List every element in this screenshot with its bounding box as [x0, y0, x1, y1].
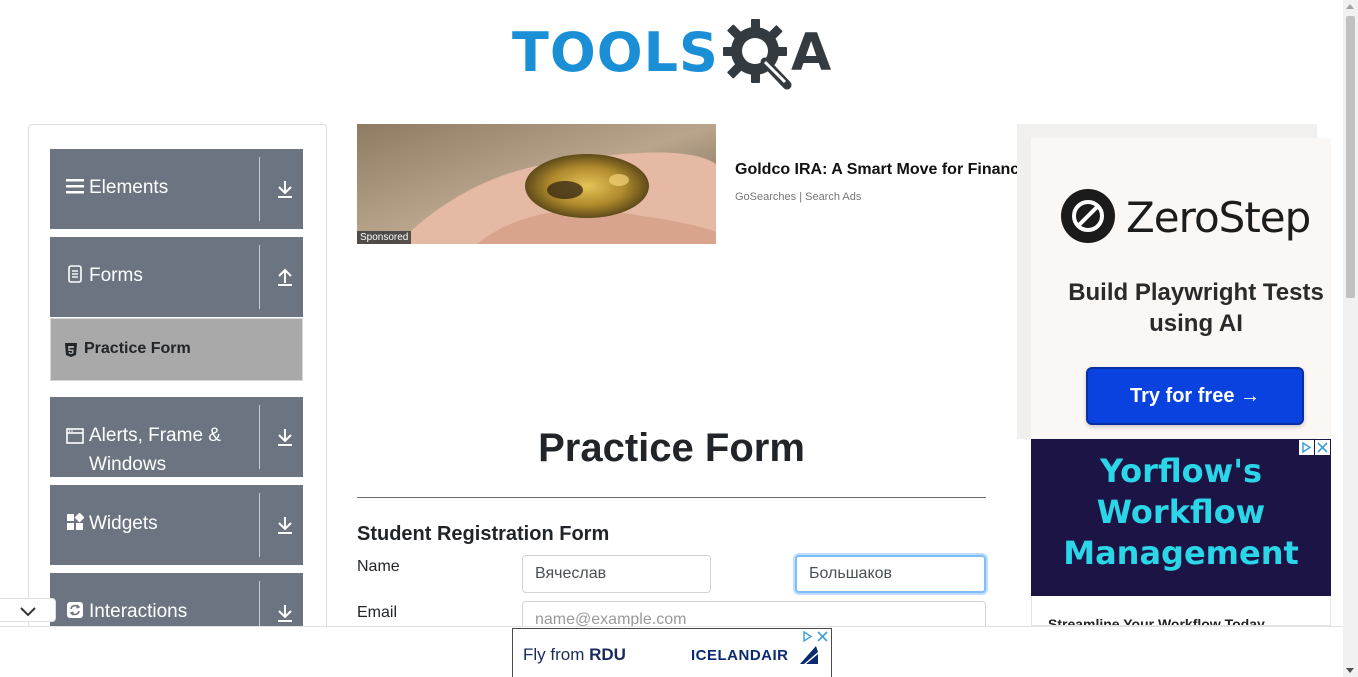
group-label: Elements: [89, 177, 169, 198]
logo-tools-text: TOOLS: [512, 21, 719, 84]
group-label: Forms: [89, 265, 143, 286]
download-arrow-icon[interactable]: [276, 603, 294, 623]
scroll-up-icon[interactable]: [1346, 4, 1354, 9]
yorflow-ad[interactable]: Yorflow's Workflow Management: [1031, 439, 1331, 596]
group-header-alerts[interactable]: Alerts, Frame & Windows: [50, 397, 303, 477]
toolsqa-logo[interactable]: TOOLS A: [512, 14, 831, 92]
chevron-down-icon: [20, 607, 36, 617]
gear-magnifier-icon: [722, 19, 792, 90]
yorflow-caption-text: Streamline Your Workflow Today: [1048, 616, 1265, 626]
try-for-free-button[interactable]: Try for free →: [1086, 367, 1304, 425]
download-arrow-icon[interactable]: [276, 515, 294, 535]
divider: [259, 405, 260, 469]
page-title: Practice Form: [538, 426, 805, 470]
zerostep-logo-icon: [1061, 189, 1115, 243]
list-icon: [66, 179, 84, 194]
collapse-ad-button[interactable]: [0, 598, 56, 622]
scrollbar-thumb[interactable]: [1346, 16, 1355, 298]
icelandair-ad[interactable]: Fly from RDU ICELANDAIR: [512, 628, 832, 677]
first-name-input[interactable]: [522, 555, 711, 593]
close-icon[interactable]: [816, 630, 829, 643]
logo-a-text: A: [790, 23, 832, 83]
ad-title-link[interactable]: Goldco IRA: A Smart Move for Financial: [735, 161, 1017, 179]
sidebar-item-practice-form[interactable]: Practice Form: [50, 318, 303, 381]
upload-arrow-icon[interactable]: [276, 267, 294, 287]
yorflow-ad-caption[interactable]: Streamline Your Workflow Today: [1031, 596, 1331, 626]
ad-image[interactable]: Sponsored: [357, 124, 716, 244]
page: TOOLS A Elements Forms Practice Form Ale…: [0, 0, 1358, 677]
zerostep-ad-body: ZeroStep Build Playwright Tests using AI…: [1031, 138, 1331, 438]
left-panel: Elements Forms Practice Form Alerts, Fra…: [28, 124, 327, 644]
name-label: Name: [357, 558, 400, 575]
group-label: Widgets: [89, 513, 158, 534]
divider: [259, 245, 260, 309]
refresh-icon: [67, 602, 83, 618]
download-arrow-icon[interactable]: [276, 179, 294, 199]
group-label: Alerts, Frame & Windows: [89, 425, 221, 475]
sponsored-ad[interactable]: Sponsored Goldco IRA: A Smart Move for F…: [357, 124, 1017, 244]
zerostep-brand: ZeroStep: [1126, 193, 1311, 242]
download-arrow-icon[interactable]: [276, 427, 294, 447]
html5-icon: [65, 343, 77, 357]
window-icon: [66, 428, 84, 444]
document-icon: [68, 265, 82, 283]
widgets-icon: [67, 513, 84, 530]
sidebar-item-label: Practice Form: [84, 340, 191, 357]
divider: [259, 157, 260, 221]
group-header-forms[interactable]: Forms: [50, 237, 303, 317]
close-icon[interactable]: [1315, 440, 1330, 455]
ad-source: GoSearches | Search Ads: [735, 191, 862, 203]
group-header-widgets[interactable]: Widgets: [50, 485, 303, 565]
divider: [357, 497, 986, 498]
bottom-ad-bar: Fly from RDU ICELANDAIR: [0, 626, 1343, 677]
sponsored-badge: Sponsored: [357, 231, 412, 244]
form-heading: Student Registration Form: [357, 523, 610, 545]
last-name-input[interactable]: [795, 555, 986, 593]
icelandair-brand: ICELANDAIR: [691, 647, 789, 664]
adchoices-icon[interactable]: [1299, 440, 1314, 455]
group-header-elements[interactable]: Elements: [50, 149, 303, 229]
zerostep-ad[interactable]: ZeroStep Build Playwright Tests using AI…: [1017, 124, 1331, 439]
adchoices-icon[interactable]: [801, 630, 814, 643]
divider: [259, 493, 260, 557]
vertical-scrollbar[interactable]: [1343, 0, 1358, 677]
gold-nugget-hand-image: [357, 124, 716, 244]
yorflow-headline: Yorflow's Workflow Management: [1063, 452, 1299, 572]
scroll-down-icon[interactable]: [1346, 668, 1354, 673]
icelandair-logo-icon: [800, 646, 818, 664]
logo-qa: A: [721, 15, 831, 91]
icelandair-ad-text: Fly from RDU: [523, 645, 626, 664]
email-label: Email: [357, 604, 398, 621]
zerostep-tagline: Build Playwright Tests using AI: [1068, 279, 1324, 337]
group-label: Interactions: [89, 601, 188, 622]
